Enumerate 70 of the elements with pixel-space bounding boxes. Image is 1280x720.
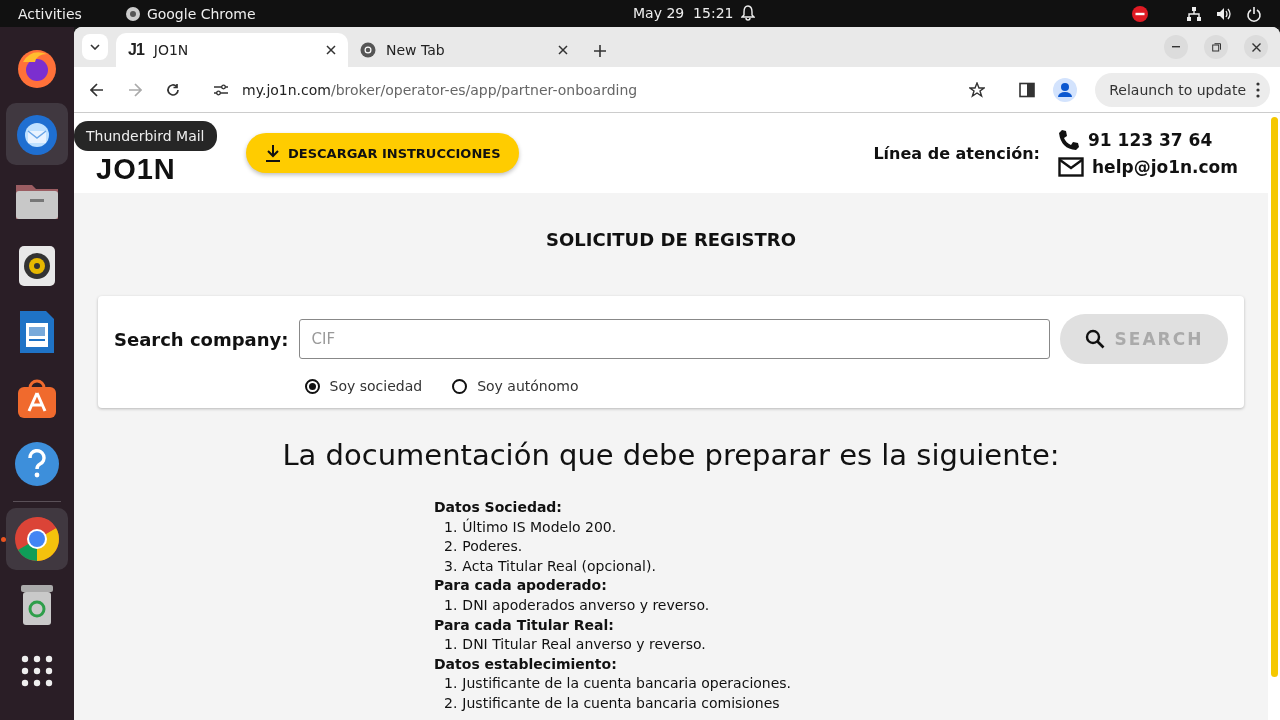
document-icon[interactable] — [18, 309, 56, 355]
chrome-icon — [124, 5, 141, 22]
list-number: 1. — [444, 595, 458, 615]
mail-icon — [1058, 157, 1084, 177]
logo[interactable]: JO1N — [96, 157, 246, 181]
url-text[interactable]: my.jo1n.com/broker/operator-es/app/partner-onboarding — [242, 81, 956, 98]
running-dot — [1, 537, 6, 542]
new-tab-icon[interactable] — [594, 45, 606, 57]
tooltip: Thunderbird Mail — [74, 121, 217, 151]
trash-icon[interactable] — [19, 583, 55, 627]
list-number: 1. — [444, 517, 458, 537]
list-number: 2. — [444, 693, 458, 713]
reload-icon[interactable] — [166, 82, 180, 97]
app-grid-icon[interactable] — [21, 655, 53, 687]
download-icon — [264, 144, 282, 162]
help-icon[interactable] — [14, 441, 60, 487]
page-title: SOLICITUD DE REGISTRO — [546, 229, 796, 250]
list-item: Justificante de la cuenta bancaria operaciones. — [462, 674, 792, 694]
close-icon[interactable] — [558, 45, 568, 55]
bell-icon[interactable] — [741, 5, 756, 21]
list-item: Último IS Modelo 200. — [462, 517, 617, 537]
speaker-icon[interactable] — [17, 244, 57, 288]
site-settings-icon[interactable] — [214, 83, 228, 96]
list-item: DNI apoderados anverso y reverso. — [462, 595, 710, 615]
search-icon — [1084, 329, 1105, 349]
list-item: Acta Titular Real (opcional). — [462, 556, 656, 576]
browser-tab[interactable]: J1 JO1N — [116, 33, 348, 67]
do-not-disturb-icon[interactable] — [1132, 5, 1148, 22]
back-arrow-icon[interactable] — [90, 82, 104, 97]
section-heading: Para cada apoderado: — [434, 576, 608, 596]
chrome-icon[interactable] — [14, 516, 60, 562]
chrome-icon — [360, 42, 376, 58]
section-heading: Datos establecimiento: — [434, 654, 618, 674]
phone-icon — [1058, 129, 1080, 151]
restore-button[interactable] — [1204, 35, 1228, 59]
list-number: 2. — [444, 537, 458, 557]
email-link[interactable]: help@jo1n.com — [1092, 157, 1238, 177]
search-label: Search company: — [114, 328, 289, 350]
close-button[interactable] — [1244, 35, 1268, 59]
star-icon[interactable] — [969, 81, 986, 98]
restore-icon — [1211, 42, 1221, 52]
tab-favicon: J1 — [128, 41, 144, 59]
activities-button[interactable]: Activities — [18, 5, 82, 22]
section-heading: Para cada Titular Real: — [434, 615, 615, 635]
minimize-icon — [1172, 46, 1180, 48]
close-icon[interactable] — [326, 45, 336, 55]
list-item: Poderes. — [462, 537, 523, 557]
side-panel-icon[interactable] — [1019, 81, 1036, 98]
browser-tab[interactable]: New Tab — [348, 33, 580, 67]
date-time[interactable]: May 29 15:21 — [633, 5, 734, 21]
documentation-heading: La documentación que debe preparar es la siguiente: — [282, 438, 1060, 472]
power-icon[interactable] — [1246, 5, 1262, 22]
chevron-down-icon — [90, 44, 100, 50]
relaunch-button[interactable]: Relaunch to update — [1095, 72, 1270, 107]
section-heading: Datos Sociedad: — [434, 498, 563, 517]
phone-number: 91 123 37 64 — [1088, 130, 1213, 150]
network-icon[interactable] — [1186, 5, 1202, 22]
list-number: 1. — [444, 635, 458, 655]
scrollbar-thumb[interactable] — [1270, 117, 1278, 677]
list-number: 3. — [444, 556, 458, 576]
profile-icon[interactable] — [1053, 77, 1078, 102]
more-icon — [1256, 81, 1260, 98]
tab-search-button[interactable] — [82, 34, 108, 60]
support-label: Línea de atención: — [873, 143, 1040, 163]
download-button[interactable]: DESCARGAR INSTRUCCIONES — [246, 133, 519, 173]
app-name[interactable]: Google Chrome — [146, 5, 256, 22]
list-item: Justificante de la cuenta bancaria comisiones — [462, 693, 780, 713]
list-number: 1. — [444, 674, 458, 694]
list-item: DNI Titular Real anverso y reverso. — [462, 635, 706, 655]
close-icon — [1251, 42, 1261, 52]
